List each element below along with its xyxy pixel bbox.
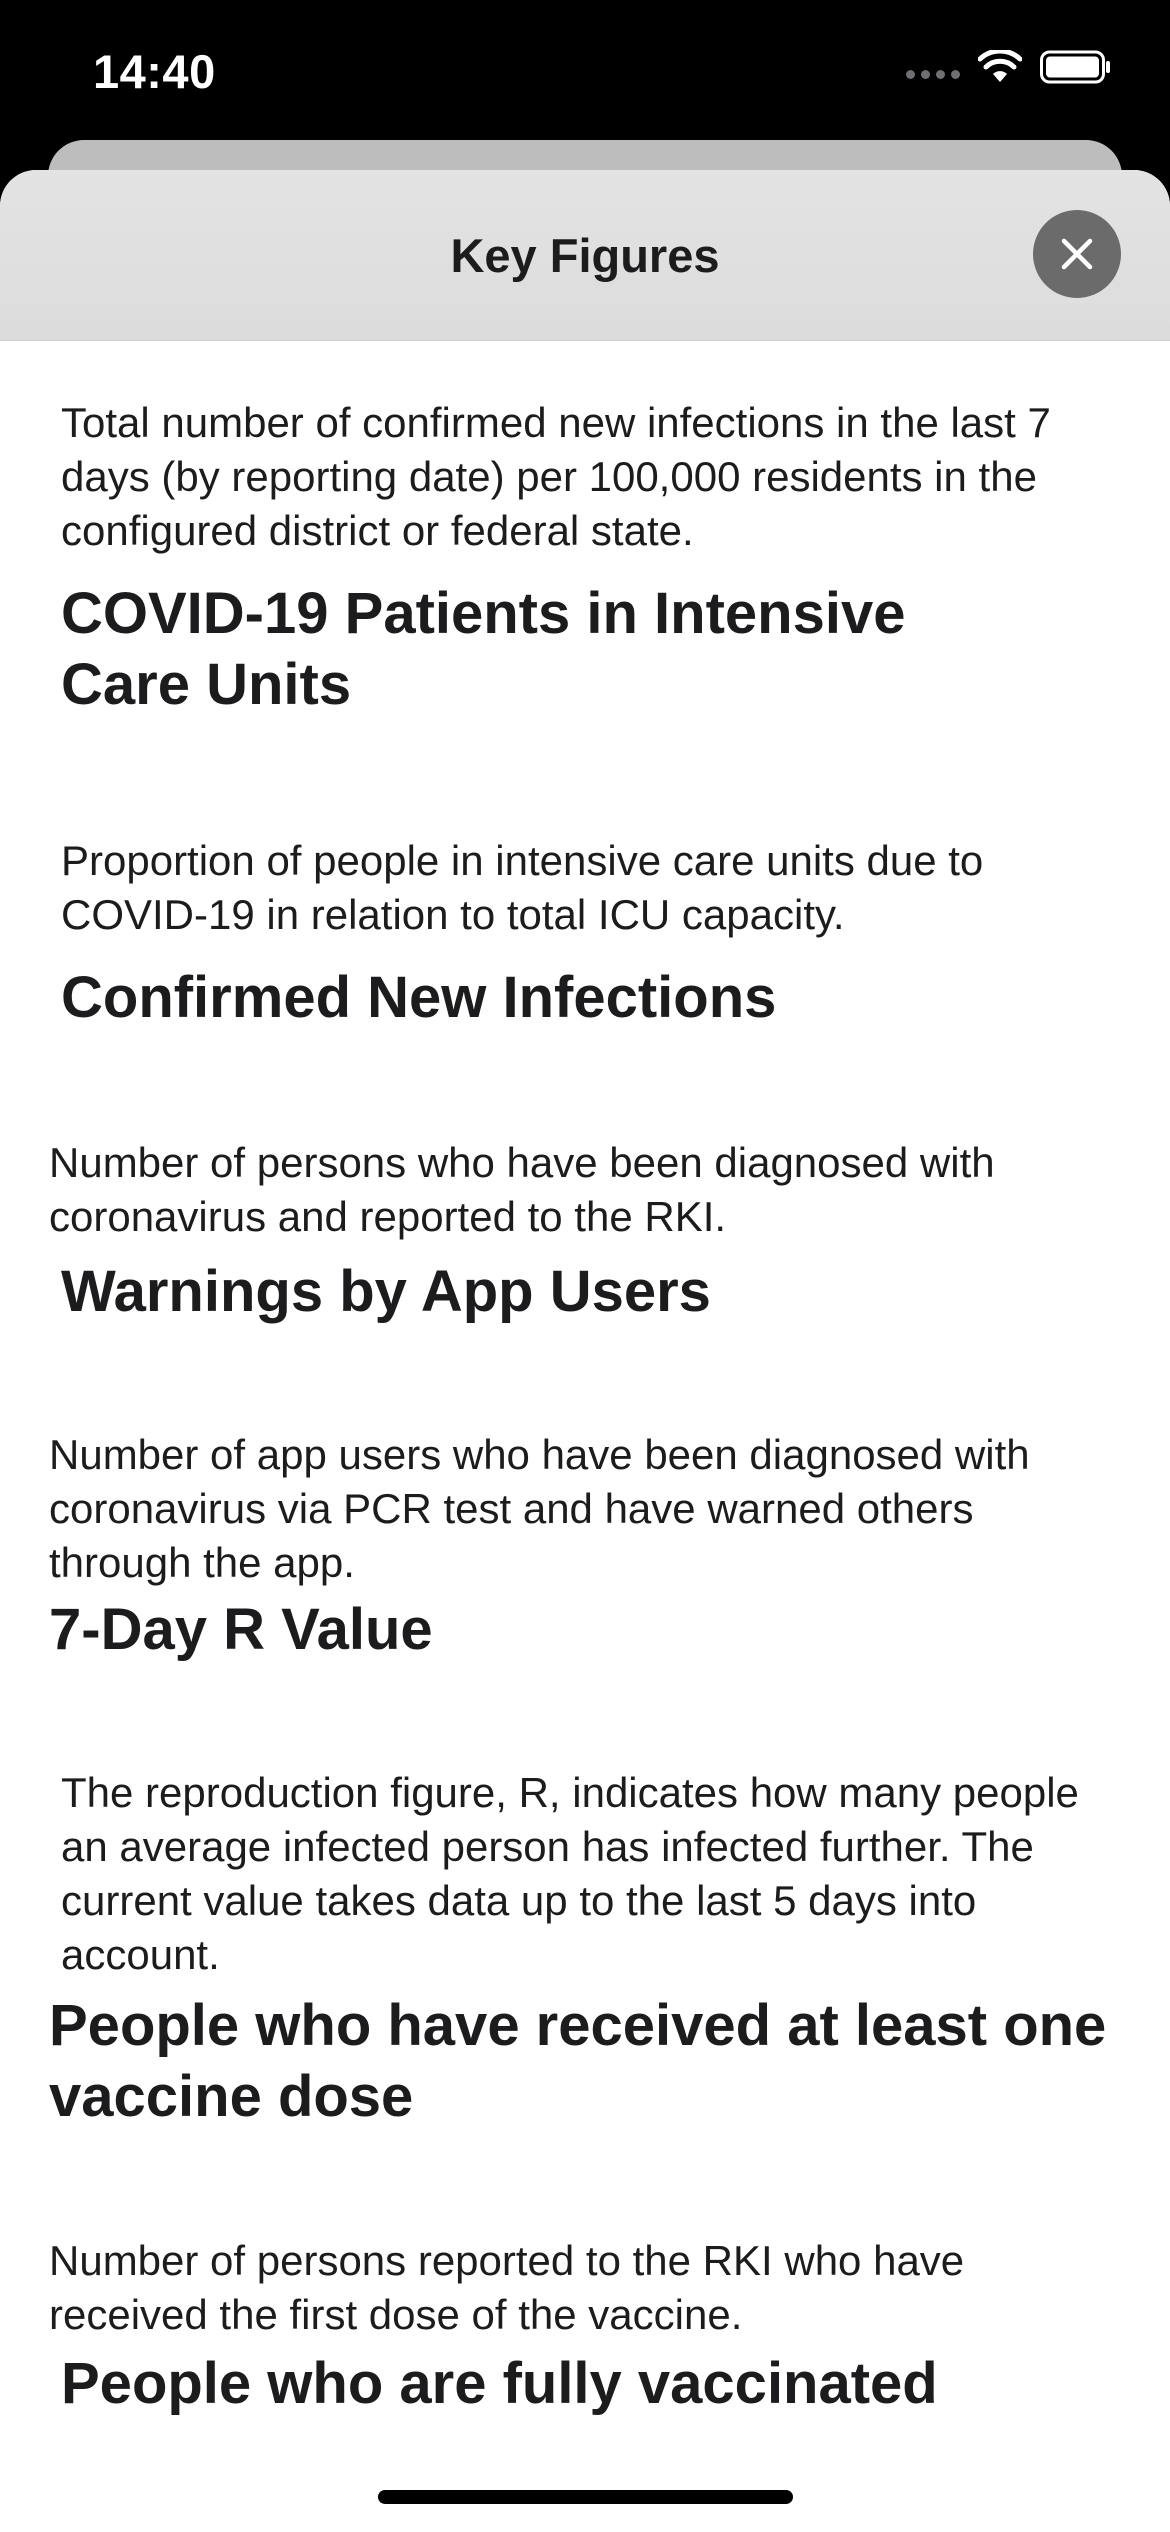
- section-heading: COVID-19 Patients in Intensive Care Unit…: [61, 581, 906, 717]
- paragraph: Number of persons who have been diagnose…: [49, 1139, 995, 1240]
- status-icons: [906, 50, 1112, 84]
- paragraph: Number of app users who have been diagno…: [49, 1431, 1030, 1586]
- key-figures-sheet: Key Figures Total number of confirmed ne…: [0, 170, 1170, 2532]
- warnings-by-app-users-description: Number of app users who have been diagno…: [49, 1428, 1109, 1590]
- section-heading: People who are fully vaccinated: [61, 2351, 938, 2416]
- warnings-by-app-users-section: Warnings by App Users: [61, 1256, 1121, 1327]
- section-heading: 7-Day R Value: [49, 1597, 433, 1662]
- battery-icon: [1040, 50, 1110, 84]
- page-title: Key Figures: [450, 229, 720, 282]
- wifi-icon: [978, 50, 1022, 82]
- r-value-section: 7-Day R Value: [49, 1594, 1109, 1665]
- section-heading: Confirmed New Infections: [61, 965, 777, 1030]
- paragraph: Proportion of people in intensive care u…: [61, 837, 984, 938]
- section-heading: People who have received at least one va…: [49, 1993, 1107, 2129]
- incidence-description: Total number of confirmed new infections…: [61, 396, 1121, 558]
- fully-vaccinated-section: People who are fully vaccinated: [61, 2348, 1121, 2419]
- cellular-signal-icon: [906, 69, 960, 79]
- close-button[interactable]: [1033, 210, 1121, 298]
- paragraph: The reproduction figure, R, indicates ho…: [61, 1769, 1079, 1978]
- status-bar: 14:40: [0, 0, 1170, 145]
- home-indicator[interactable]: [378, 2490, 793, 2504]
- icu-patients-section: COVID-19 Patients in Intensive Care Unit…: [61, 578, 1001, 720]
- confirmed-new-infections-section: Confirmed New Infections: [61, 962, 1121, 1033]
- r-value-description: The reproduction figure, R, indicates ho…: [61, 1766, 1121, 1982]
- first-vaccine-dose-description: Number of persons reported to the RKI wh…: [49, 2234, 1109, 2342]
- paragraph: Total number of confirmed new infections…: [61, 399, 1051, 554]
- sheet-header: Key Figures: [0, 170, 1170, 341]
- paragraph: Number of persons reported to the RKI wh…: [49, 2237, 965, 2338]
- section-heading: Warnings by App Users: [61, 1259, 711, 1324]
- confirmed-new-infections-description: Number of persons who have been diagnose…: [49, 1136, 1139, 1244]
- close-icon: [1061, 238, 1093, 270]
- icu-patients-description: Proportion of people in intensive care u…: [61, 834, 1121, 942]
- first-vaccine-dose-section: People who have received at least one va…: [49, 1990, 1139, 2132]
- status-time: 14:40: [93, 45, 216, 98]
